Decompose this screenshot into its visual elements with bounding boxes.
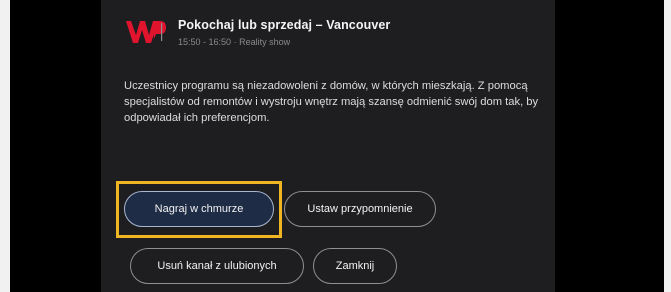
program-meta: 15:50 - 16:50 · Reality show xyxy=(178,37,290,47)
close-button[interactable]: Zamknij xyxy=(313,248,397,284)
program-title: Pokochaj lub sprzedaj – Vancouver xyxy=(178,18,391,32)
wp-logo xyxy=(126,21,166,43)
meta-separator: · xyxy=(233,37,237,47)
program-time: 15:50 - 16:50 xyxy=(178,37,232,47)
focus-highlight xyxy=(116,181,282,238)
program-genre: Reality show xyxy=(239,37,291,47)
set-reminder-button[interactable]: Ustaw przypomnienie xyxy=(284,191,436,227)
remove-favorite-channel-button[interactable]: Usuń kanał z ulubionych xyxy=(130,248,304,284)
program-description: Uczestnicy programu są niezadowoleni z d… xyxy=(124,80,539,124)
